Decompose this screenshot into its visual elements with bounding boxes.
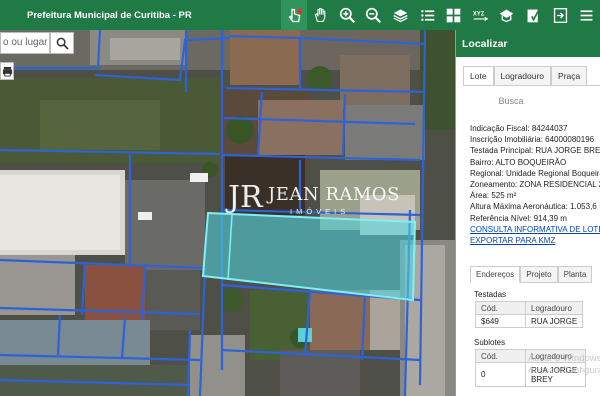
tab-lote[interactable]: Lote xyxy=(463,66,494,86)
search-tabs: Lote Logradouro Praça xyxy=(463,66,588,86)
layers-icon[interactable] xyxy=(387,0,414,30)
panel-title: Localizar xyxy=(456,30,600,57)
busca-label[interactable]: Busca xyxy=(456,96,566,106)
sublotes-title: Sublotes xyxy=(474,338,506,347)
zoom-in-icon[interactable] xyxy=(334,0,361,30)
measure-icon[interactable] xyxy=(494,0,521,30)
export-icon[interactable] xyxy=(547,0,574,30)
pan-hand-icon[interactable] xyxy=(307,0,334,30)
zoom-out-icon[interactable] xyxy=(361,0,388,30)
tab-planta[interactable]: Planta xyxy=(557,266,593,283)
info-row: Regional: Unidade Regional Boqueirão xyxy=(470,168,600,178)
printer-icon xyxy=(2,66,12,77)
print-map-button[interactable] xyxy=(0,62,14,80)
map-toolbar: XYZ xyxy=(280,0,600,30)
info-row: Bairro: ALTO BOQUEIRÃO xyxy=(470,157,567,167)
table-row[interactable]: $649 RUA JORGE xyxy=(475,314,584,328)
search-icon xyxy=(56,37,69,50)
watermark-name: JEAN RAMOS xyxy=(268,184,400,205)
info-row: Indicação Fiscal: 84244037 xyxy=(470,124,568,133)
table-header: Cód. Logradouro xyxy=(475,301,584,315)
map-view[interactable]: o ou lugar JR JEAN RAMOS IMÓVEIS xyxy=(0,30,455,396)
info-row: Área: 525 m² xyxy=(470,191,517,201)
print-icon[interactable] xyxy=(520,0,547,30)
info-row: Inscrição Imobiliária: 64000080196 xyxy=(470,135,595,145)
info-row: Altura Máxima Aeronáutica: 1.053,6 xyxy=(470,202,597,212)
app-title: Prefeitura Municipal de Curitiba - PR xyxy=(27,9,192,21)
exportar-kmz-link[interactable]: EXPORTAR PARA KMZ xyxy=(470,235,600,246)
testadas-table: Cód. Logradouro $649 RUA JORGE xyxy=(475,301,584,328)
top-bar: Prefeitura Municipal de Curitiba - PR XY… xyxy=(0,0,600,30)
tab-projeto[interactable]: Projeto xyxy=(520,266,558,283)
testadas-title: Testadas xyxy=(474,290,507,299)
watermark-monogram: JR xyxy=(228,180,263,215)
menu-icon[interactable] xyxy=(573,0,600,30)
windows-activation-notice: Ativar o Windows Acesse Configurações xyxy=(528,353,600,376)
tab-logradouro[interactable]: Logradouro xyxy=(493,66,552,86)
watermark-sub: IMÓVEIS xyxy=(290,207,350,216)
pointer-info-icon[interactable] xyxy=(280,0,308,30)
info-row: Referência Nível: 914,39 m xyxy=(470,213,567,223)
localizar-panel: Localizar Lote Logradouro Praça Busca In… xyxy=(455,30,600,396)
list-icon[interactable] xyxy=(414,0,441,30)
address-search-input[interactable]: o ou lugar xyxy=(0,32,50,54)
xyz-coordinates-icon[interactable]: XYZ xyxy=(467,0,494,30)
watermark-logo: JR JEAN RAMOS IMÓVEIS xyxy=(228,178,399,222)
search-button[interactable] xyxy=(50,32,74,54)
consulta-informativa-link[interactable]: CONSULTA INFORMATIVA DE LOTE xyxy=(470,224,600,235)
lot-info: Indicação Fiscal: 84244037 Inscrição Imo… xyxy=(470,123,600,246)
tab-praca[interactable]: Praça xyxy=(551,66,588,86)
grid-icon[interactable] xyxy=(440,0,467,30)
detail-tabs: Endereços Projeto Planta xyxy=(470,266,593,283)
info-row: Testada Principal: RUA JORGE BREY xyxy=(470,146,600,156)
tab-enderecos[interactable]: Endereços xyxy=(470,266,521,283)
svg-text:XYZ: XYZ xyxy=(473,11,485,17)
info-row: Zoneamento: ZONA RESIDENCIAL 2 xyxy=(470,180,600,190)
